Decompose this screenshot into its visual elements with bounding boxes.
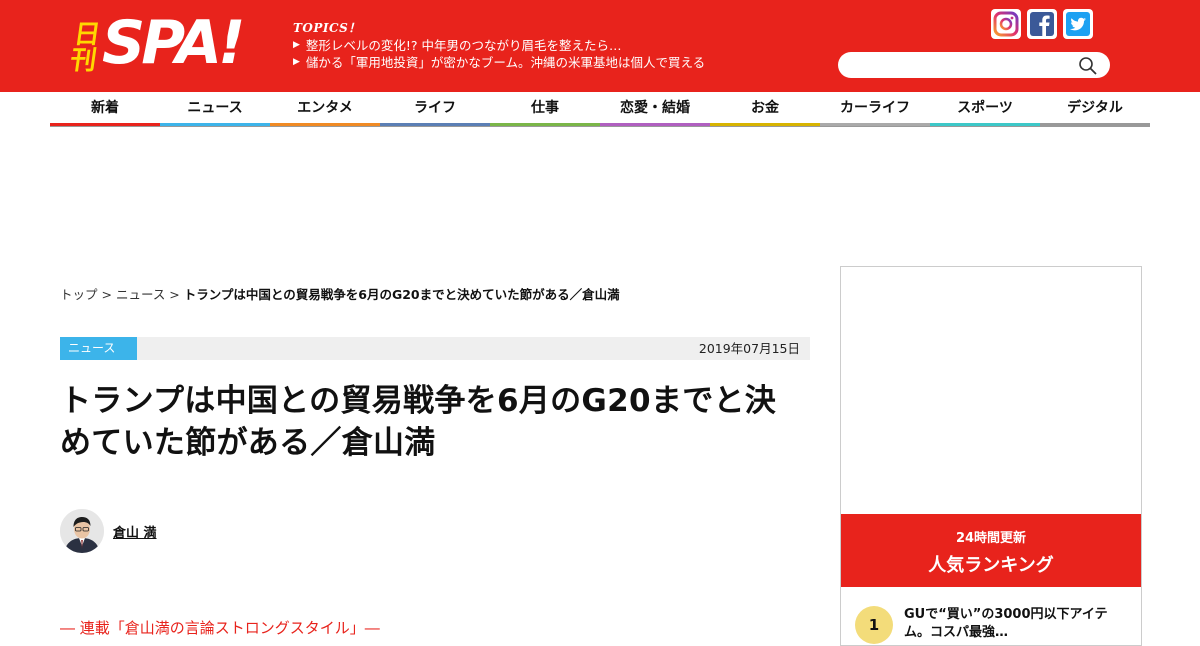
article-title: トランプは中国との貿易戦争を6月のG20までと決めていた節がある／倉山満	[60, 383, 777, 461]
nav-item-life[interactable]: ライフ	[380, 92, 490, 126]
triangle-right-icon: ▶	[293, 57, 300, 67]
topic-text: 整形レベルの変化!? 中年男のつながり眉毛を整えたら…	[305, 38, 622, 53]
site-header: 日刊 SPA! TOPICS！ ▶ 整形レベルの変化!? 中年男のつながり眉毛を…	[0, 0, 1200, 92]
nav-item-digital[interactable]: デジタル	[1040, 92, 1150, 126]
author-avatar[interactable]	[60, 509, 104, 553]
main-nav: 新着 ニュース エンタメ ライフ 仕事 恋愛・結婚 お金 カーライフ スポーツ …	[50, 92, 1150, 127]
triangle-right-icon: ▶	[293, 40, 300, 50]
nav-item-love[interactable]: 恋愛・結婚	[600, 92, 710, 126]
ranking-item[interactable]: 1 GUで“買い”の3000円以下アイテム。コスパ最強…	[855, 606, 1125, 644]
article-meta-bar: ニュース 2019年07月15日	[60, 337, 810, 360]
nav-item-entertainment[interactable]: エンタメ	[270, 92, 380, 126]
ranking-subtitle: 24時間更新	[955, 531, 1027, 546]
author-block: 倉山 満	[60, 509, 157, 553]
author-name[interactable]: 倉山 満	[113, 522, 157, 541]
topics: TOPICS！ ▶ 整形レベルの変化!? 中年男のつながり眉毛を整えたら… ▶ …	[293, 19, 813, 71]
topics-label: TOPICS！	[293, 21, 361, 35]
logo-text: SPA!	[102, 8, 245, 78]
nav-item-carlife[interactable]: カーライフ	[820, 92, 930, 126]
breadcrumb-current: トランプは中国との貿易戦争を6月のG20までと決めていた節がある／倉山満	[183, 287, 620, 302]
rank-title: GUで“買い”の3000円以下アイテム。コスパ最強…	[904, 607, 1108, 640]
breadcrumb-home[interactable]: トップ	[60, 287, 98, 302]
topic-link[interactable]: ▶ 整形レベルの変化!? 中年男のつながり眉毛を整えたら…	[293, 37, 813, 54]
logo-prefix: 日刊	[64, 20, 102, 72]
topic-text: 儲かる「軍用地投資」が密かなブーム。沖縄の米軍基地は個人で買える	[305, 55, 706, 70]
search-box	[838, 52, 1110, 78]
search-input[interactable]	[850, 55, 1070, 75]
twitter-icon[interactable]	[1063, 9, 1093, 39]
nav-item-money[interactable]: お金	[710, 92, 820, 126]
search-icon[interactable]	[1078, 56, 1098, 76]
series-title: ― 連載「倉山満の言論ストロングスタイル」―	[60, 619, 380, 637]
article-date: 2019年07月15日	[698, 341, 800, 356]
site-logo[interactable]: 日刊 SPA!	[64, 8, 245, 78]
nav-item-work[interactable]: 仕事	[490, 92, 600, 126]
nav-item-new[interactable]: 新着	[50, 92, 160, 126]
ranking-title: 人気ランキング	[928, 555, 1054, 576]
facebook-icon[interactable]	[1027, 9, 1057, 39]
instagram-icon[interactable]	[991, 9, 1021, 39]
ranking-header: 24時間更新 人気ランキング	[841, 514, 1141, 587]
breadcrumb: トップ > ニュース > トランプは中国との貿易戦争を6月のG20までと決めてい…	[60, 284, 620, 303]
breadcrumb-separator: >	[97, 287, 116, 302]
category-badge[interactable]: ニュース	[60, 337, 137, 360]
rank-number: 1	[855, 606, 893, 644]
nav-item-news[interactable]: ニュース	[160, 92, 270, 126]
topic-link[interactable]: ▶ 儲かる「軍用地投資」が密かなブーム。沖縄の米軍基地は個人で買える	[293, 54, 813, 71]
sidebar-ad-box	[840, 266, 1142, 646]
breadcrumb-separator: >	[165, 287, 184, 302]
breadcrumb-category[interactable]: ニュース	[116, 287, 165, 302]
nav-item-sports[interactable]: スポーツ	[930, 92, 1040, 126]
